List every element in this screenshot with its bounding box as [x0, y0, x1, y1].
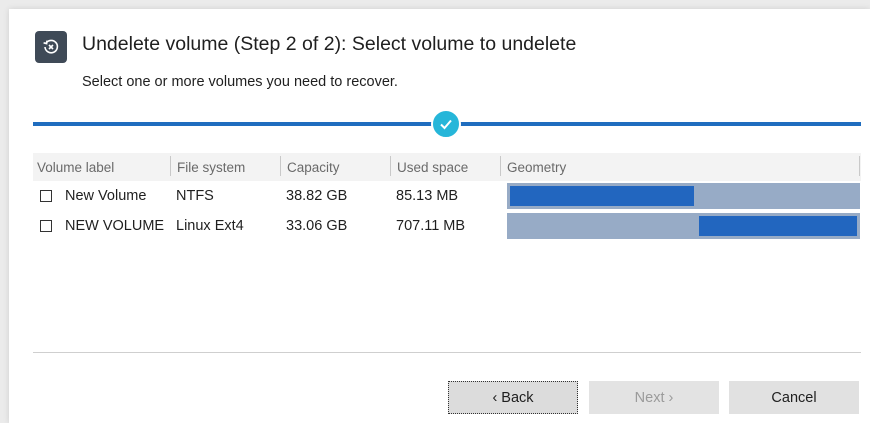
column-separator[interactable]	[280, 156, 281, 176]
geometry-fill	[699, 216, 857, 236]
capacity: 38.82 GB	[286, 188, 348, 204]
dialog-subtitle: Select one or more volumes you need to r…	[82, 74, 398, 90]
column-separator[interactable]	[859, 156, 860, 176]
volume-checkbox[interactable]	[40, 220, 52, 232]
column-separator[interactable]	[170, 156, 171, 176]
dialog-title: Undelete volume (Step 2 of 2): Select vo…	[82, 33, 577, 55]
column-header-used-space[interactable]: Used space	[397, 158, 468, 178]
file-system: Linux Ext4	[176, 218, 244, 234]
file-system: NTFS	[176, 188, 214, 204]
volume-label: NEW VOLUME	[65, 218, 165, 234]
geometry-fill	[510, 186, 694, 206]
capacity: 33.06 GB	[286, 218, 348, 234]
column-header-volume-label[interactable]: Volume label	[37, 158, 114, 178]
column-header-capacity[interactable]: Capacity	[287, 158, 340, 178]
geometry-bar	[507, 183, 860, 209]
cancel-button[interactable]: Cancel	[729, 381, 859, 414]
next-button[interactable]: Next ›	[589, 381, 719, 414]
volume-checkbox[interactable]	[40, 190, 52, 202]
button-divider	[33, 352, 861, 353]
column-separator[interactable]	[500, 156, 501, 176]
volume-label: New Volume	[65, 188, 147, 204]
undelete-dialog: Undelete volume (Step 2 of 2): Select vo…	[9, 9, 870, 423]
back-button[interactable]: ‹ Back	[448, 381, 578, 414]
column-header-geometry[interactable]: Geometry	[507, 158, 566, 178]
used-space: 707.11 MB	[396, 218, 466, 234]
table-row[interactable]: NEW VOLUME Linux Ext4 33.06 GB 707.11 MB	[33, 212, 861, 240]
column-header-file-system[interactable]: File system	[177, 158, 245, 178]
check-icon	[431, 109, 461, 139]
table-row[interactable]: New Volume NTFS 38.82 GB 85.13 MB	[33, 182, 861, 210]
column-separator[interactable]	[390, 156, 391, 176]
geometry-bar	[507, 213, 860, 239]
used-space: 85.13 MB	[396, 188, 459, 204]
undelete-icon	[35, 31, 67, 63]
